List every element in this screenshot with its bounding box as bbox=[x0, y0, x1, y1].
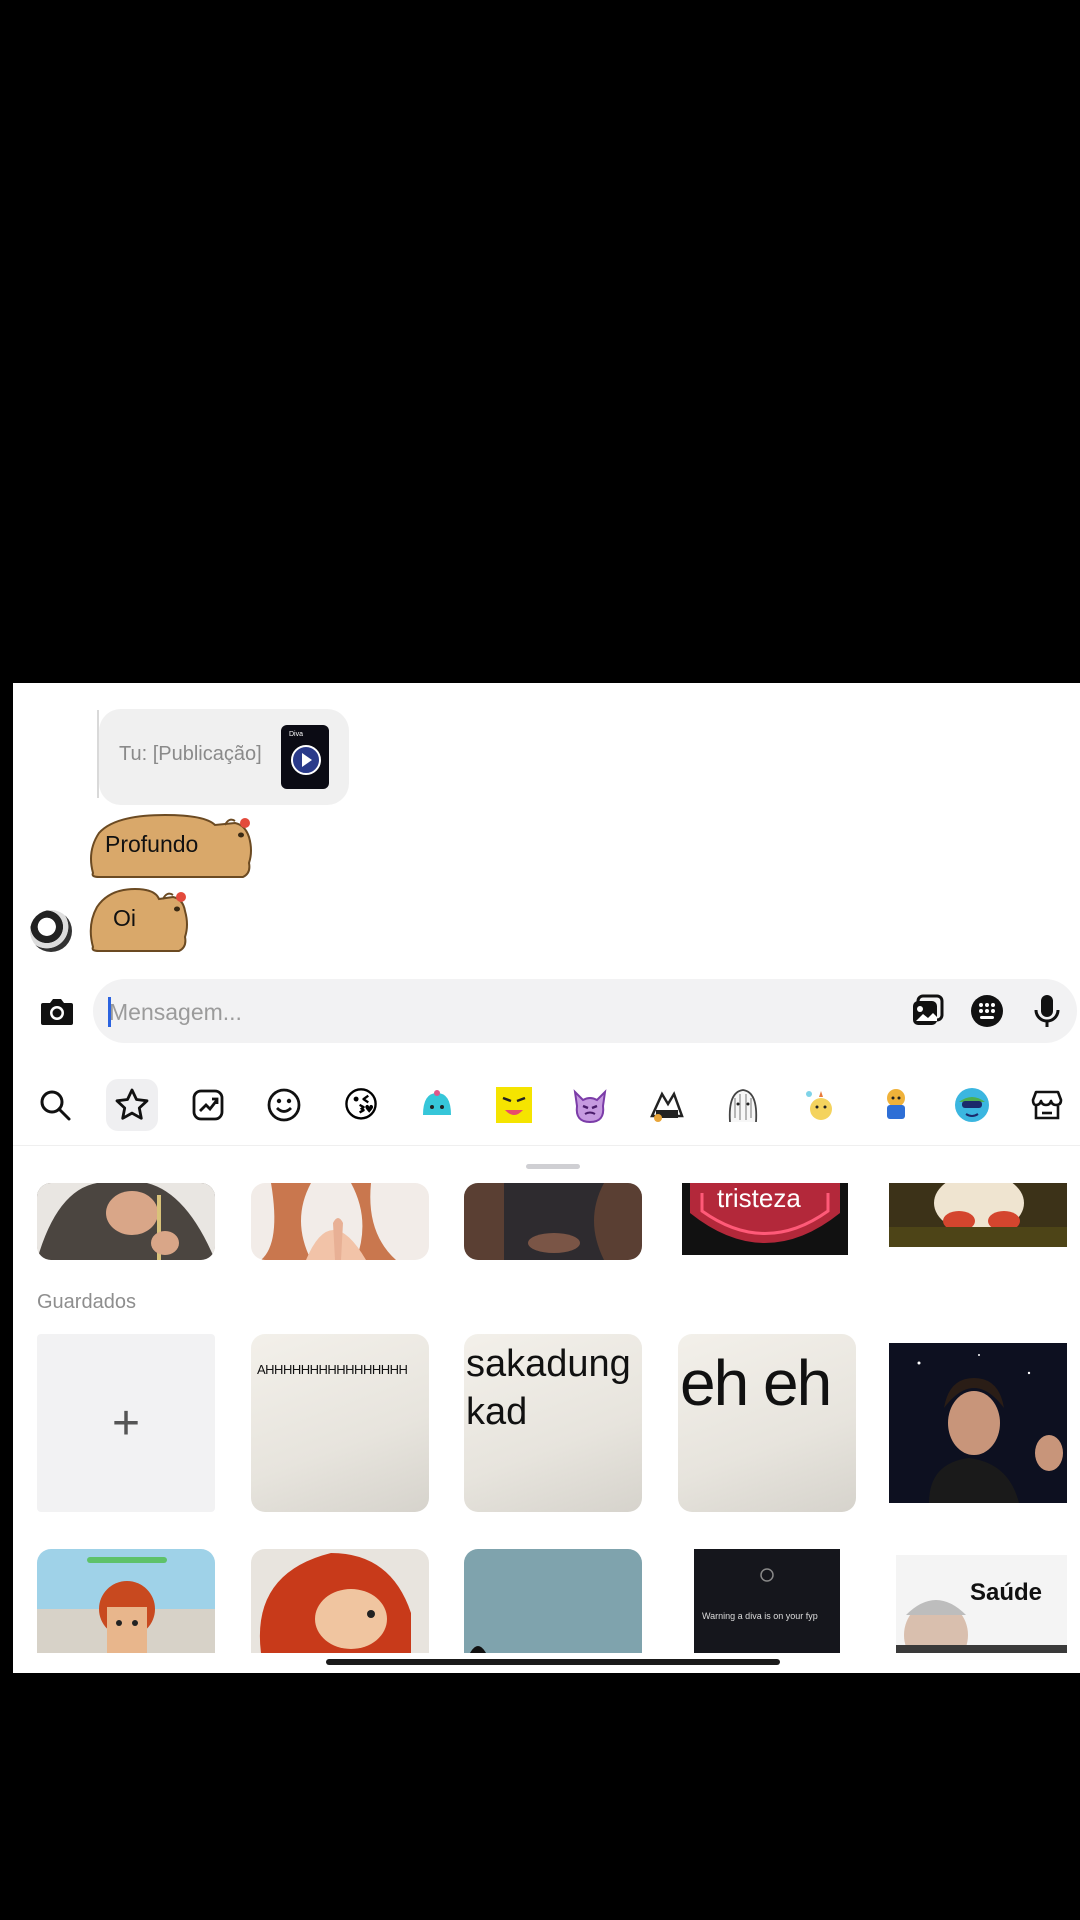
sticker-caption: sakadung kad bbox=[466, 1343, 631, 1433]
sticker-caption: Saúde bbox=[970, 1579, 1043, 1606]
sticker-image bbox=[37, 1183, 215, 1260]
add-saved-button[interactable]: + bbox=[37, 1334, 215, 1512]
thumbnail-tag: Diva bbox=[289, 731, 304, 738]
sticker-pack-8 bbox=[887, 1089, 905, 1119]
sticker-image bbox=[251, 1549, 429, 1653]
trending-icon bbox=[192, 1089, 224, 1121]
play-icon bbox=[291, 745, 321, 775]
sticker-pack-1: 😘 bbox=[342, 1084, 380, 1125]
message-bubble[interactable]: Profundo bbox=[85, 811, 255, 879]
sticker-image bbox=[464, 1549, 642, 1653]
sticker-pack-tab[interactable] bbox=[488, 1079, 540, 1131]
sticker-image bbox=[464, 1183, 642, 1260]
sticker-image bbox=[694, 1549, 840, 1653]
sticker-item[interactable] bbox=[464, 1549, 642, 1653]
message-composer[interactable] bbox=[93, 979, 1077, 1043]
sticker-caption: Warning a diva is on your fyp bbox=[702, 1611, 818, 1621]
shared-post-label: Tu: [Publicação] bbox=[119, 743, 262, 765]
sticker-item[interactable]: tristeza bbox=[682, 1183, 848, 1255]
sticker-image bbox=[889, 1183, 1067, 1247]
saved-section-title: Guardados bbox=[37, 1291, 136, 1313]
sticker-grid-icon bbox=[971, 995, 1003, 1027]
sticker-pack-tab[interactable] bbox=[717, 1079, 769, 1131]
sticker-pack-tab[interactable] bbox=[641, 1079, 693, 1131]
sticker-image bbox=[251, 1183, 429, 1260]
chat-panel: Tu: [Publicação] Diva Profundo Oi Mensag… bbox=[13, 683, 1080, 1673]
microphone-icon bbox=[1034, 995, 1060, 1027]
favorites-star-icon bbox=[115, 1088, 149, 1120]
sticker-pack-5 bbox=[650, 1091, 684, 1122]
sticker-store-button[interactable] bbox=[1021, 1079, 1073, 1131]
sticker-image bbox=[37, 1549, 215, 1653]
sticker-image bbox=[889, 1343, 1067, 1503]
microphone-button[interactable] bbox=[1029, 993, 1065, 1029]
favorites-tab[interactable] bbox=[106, 1079, 158, 1131]
sticker-pack-tab[interactable] bbox=[411, 1079, 463, 1131]
sticker-pack-tab[interactable] bbox=[946, 1079, 998, 1131]
emoji-tab[interactable] bbox=[258, 1079, 310, 1131]
sticker-pack-tab[interactable] bbox=[564, 1079, 616, 1131]
sticker-pack-tab[interactable]: 😘 bbox=[335, 1079, 387, 1131]
saved-sticker-item[interactable]: sakadung kad bbox=[464, 1334, 642, 1512]
sticker-caption: AHHHHHHHHHHHHHHHH bbox=[257, 1362, 408, 1377]
sticker-caption: tristeza bbox=[717, 1183, 801, 1213]
capybara-bubble-icon bbox=[89, 887, 188, 952]
camera-button[interactable] bbox=[37, 991, 77, 1031]
trending-tab[interactable] bbox=[182, 1079, 234, 1131]
sticker-pack-tab[interactable] bbox=[870, 1079, 922, 1131]
saved-sticker-item[interactable] bbox=[889, 1343, 1067, 1503]
sticker-item[interactable] bbox=[37, 1549, 215, 1653]
home-indicator[interactable] bbox=[326, 1659, 780, 1665]
sticker-item[interactable] bbox=[889, 1183, 1067, 1247]
search-icon bbox=[40, 1090, 71, 1121]
sticker-item[interactable] bbox=[464, 1183, 642, 1260]
sticker-grid-button[interactable] bbox=[969, 993, 1005, 1029]
sticker-toolbar: 😘 bbox=[13, 1071, 1080, 1141]
gallery-icon bbox=[913, 994, 944, 1025]
sticker-item[interactable]: Saúde bbox=[896, 1555, 1067, 1653]
sticker-item[interactable] bbox=[251, 1549, 429, 1653]
store-icon bbox=[1031, 1090, 1063, 1120]
gallery-button[interactable] bbox=[909, 993, 945, 1029]
sticker-pack-2 bbox=[423, 1090, 451, 1115]
toolbar-divider bbox=[13, 1145, 1080, 1146]
sticker-pack-7 bbox=[806, 1091, 832, 1120]
avatar[interactable] bbox=[30, 910, 72, 952]
sticker-item[interactable] bbox=[37, 1183, 215, 1260]
emoji-smile-icon bbox=[267, 1088, 301, 1122]
sticker-pack-tab[interactable] bbox=[793, 1079, 845, 1131]
message-text: Profundo bbox=[105, 831, 199, 857]
saved-sticker-item[interactable]: eh eh bbox=[678, 1334, 856, 1512]
sticker-pack-9 bbox=[955, 1088, 989, 1122]
plus-icon: + bbox=[111, 1396, 141, 1450]
shared-post-message[interactable]: Tu: [Publicação] Diva bbox=[99, 709, 349, 805]
sticker-pack-3 bbox=[496, 1087, 532, 1123]
sticker-pack-4 bbox=[573, 1089, 607, 1124]
message-input[interactable] bbox=[107, 991, 811, 1033]
sticker-pack-6 bbox=[728, 1089, 758, 1123]
text-caret bbox=[108, 997, 111, 1027]
sticker-item[interactable]: Warning a diva is on your fyp bbox=[694, 1549, 840, 1653]
message-bubble[interactable]: Oi bbox=[85, 885, 191, 953]
shared-post-thumbnail[interactable]: Diva bbox=[281, 725, 329, 789]
camera-icon bbox=[41, 999, 73, 1025]
saved-sticker-item[interactable]: AHHHHHHHHHHHHHHHH bbox=[251, 1334, 429, 1512]
drag-handle[interactable] bbox=[526, 1164, 580, 1169]
sticker-search-button[interactable] bbox=[29, 1079, 81, 1131]
sticker-item[interactable] bbox=[251, 1183, 429, 1260]
message-text: Oi bbox=[113, 905, 136, 931]
sticker-caption: eh eh bbox=[680, 1347, 832, 1419]
